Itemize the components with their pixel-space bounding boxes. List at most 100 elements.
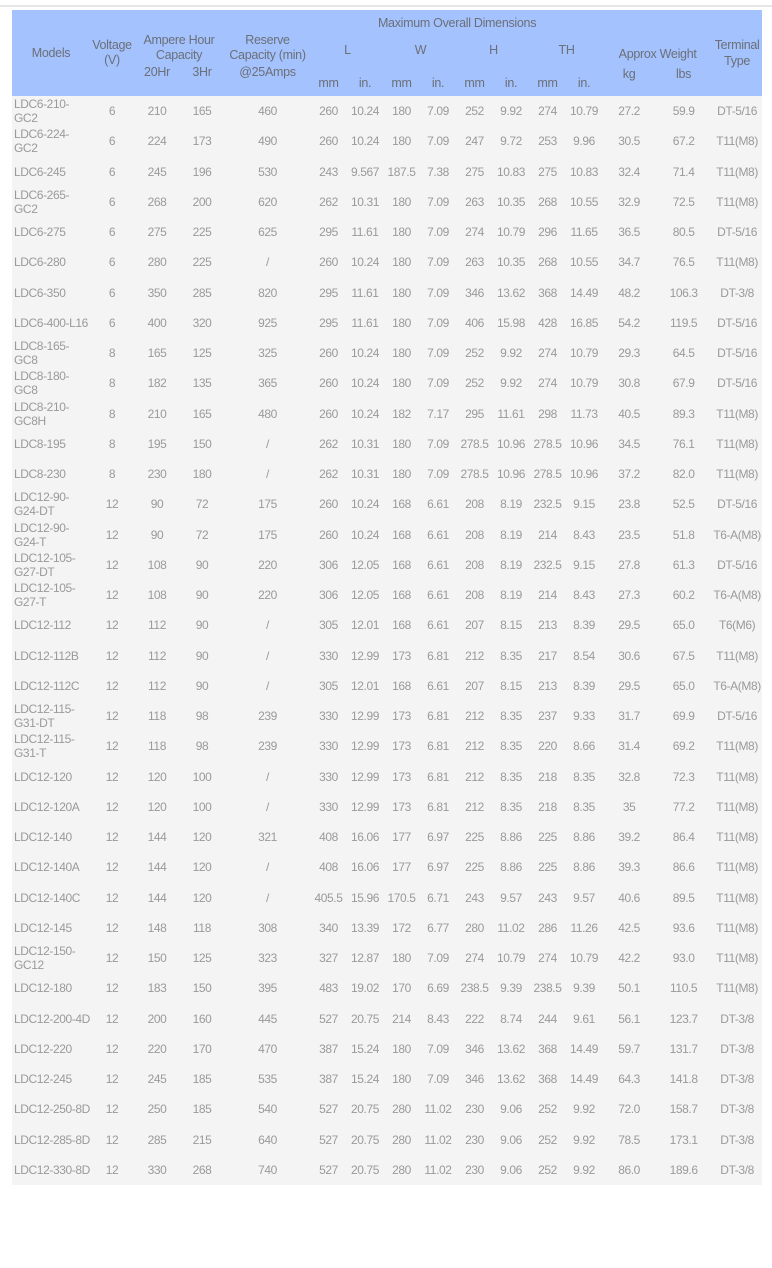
table-row: LDC12-120 12 120 100/330 12.99 173 6.81 212 8.35… [12,761,763,792]
cell-weight-kg: 30.5 [603,126,656,157]
cell-reserve-capacity: 740 [224,1154,311,1185]
cell-h-in: 10.79 [492,217,530,248]
cell-model: LDC12-140C [12,882,90,913]
cell-weight-kg: 40.5 [603,398,656,429]
cell-w-mm: 170 [384,973,419,1004]
cell-th-in: 10.79 [565,943,604,974]
cell-model: LDC12-115-G31-DT [12,701,90,732]
cell-h-mm: 346 [457,1033,492,1064]
cell-model: LDC12-200-4D [12,1003,90,1034]
table-row: LDC12-112 12 112 90/305 12.01 168 6.61 207 8.15 2… [12,610,763,641]
cell-th-in: 8.39 [565,610,604,641]
cell-h-mm: 274 [457,943,492,974]
cell-ah-20hr: 144 [134,822,180,853]
cell-weight-lbs: 82.0 [655,459,713,490]
cell-w-in: 11.02 [419,1124,457,1155]
cell-l-mm: 330 [311,791,346,822]
cell-w-mm: 187.5 [384,156,419,187]
table-row: LDC12-330-8D 12 330 268 740 527 20.75 280 11.02 2… [12,1154,763,1185]
cell-voltage: 12 [90,1154,134,1185]
cell-terminal-type: T11(M8) [712,973,763,1004]
cell-w-mm: 168 [384,610,419,641]
cell-w-in: 6.69 [419,973,457,1004]
cell-ah-3hr: 98 [180,701,224,732]
cell-ah-3hr: 90 [180,610,224,641]
cell-l-mm: 260 [311,126,346,157]
cell-reserve-capacity: 540 [224,1094,311,1125]
cell-weight-kg: 35 [603,791,656,822]
table-row: LDC12-140C 12 144 120/405.5 15.96 170.5 6.71 24… [12,882,763,913]
cell-terminal-type: T11(M8) [712,852,763,883]
cell-th-mm: 217 [530,640,565,671]
cell-ah-3hr: 320 [180,307,224,338]
cell-h-in: 10.35 [492,186,530,217]
cell-h-mm: 238.5 [457,973,492,1004]
cell-terminal-type: DT-3/8 [712,1124,763,1155]
cell-h-in: 9.92 [492,96,530,127]
cell-w-in: 7.09 [419,368,457,399]
cell-th-mm: 268 [530,186,565,217]
cell-weight-lbs: 86.4 [655,822,713,853]
cell-w-mm: 180 [384,368,419,399]
cell-h-mm: 207 [457,610,492,641]
cell-terminal-type: T11(M8) [712,791,763,822]
cell-voltage: 12 [90,1124,134,1155]
battery-spec-table: Models Voltage (V) Ampere Hour Capacity … [12,10,763,1185]
table-row: LDC6-265-GC2 6 268 200 620 262 10.31 180 7.09 263… [12,186,763,217]
cell-reserve-capacity: 925 [224,307,311,338]
cell-th-mm: 213 [530,610,565,641]
cell-w-in: 6.61 [419,580,457,611]
cell-l-mm: 408 [311,822,346,853]
cell-w-in: 6.61 [419,610,457,641]
cell-weight-lbs: 65.0 [655,670,713,701]
cell-th-in: 11.73 [565,398,604,429]
cell-weight-kg: 34.7 [603,247,656,278]
cell-reserve-capacity: / [224,882,311,913]
table-row: LDC6-210-GC2 6 210 165 460 260 10.24 180 7.09 252… [12,96,763,127]
cell-l-in: 10.24 [346,247,384,278]
cell-reserve-capacity: / [224,247,311,278]
cell-ah-3hr: 150 [180,428,224,459]
cell-voltage: 8 [90,428,134,459]
cell-model: LDC12-250-8D [12,1094,90,1125]
cell-reserve-capacity: / [224,428,311,459]
cell-l-mm: 408 [311,852,346,883]
cell-th-in: 11.26 [565,912,604,943]
cell-th-mm: 274 [530,368,565,399]
cell-l-mm: 260 [311,519,346,550]
cell-h-mm: 278.5 [457,428,492,459]
cell-l-in: 10.24 [346,126,384,157]
cell-voltage: 6 [90,156,134,187]
cell-weight-lbs: 69.9 [655,701,713,732]
cell-th-in: 14.49 [565,277,604,308]
cell-w-mm: 168 [384,549,419,580]
cell-reserve-capacity: 640 [224,1124,311,1155]
cell-w-in: 7.09 [419,428,457,459]
cell-reserve-capacity: 620 [224,186,311,217]
cell-model: LDC12-140A [12,852,90,883]
cell-h-mm: 208 [457,580,492,611]
cell-voltage: 8 [90,459,134,490]
cell-l-in: 12.01 [346,670,384,701]
table-row: LDC12-115-G31-T 12 118 98 239 330 12.99 173 6.81… [12,731,763,762]
cell-voltage: 12 [90,640,134,671]
cell-l-mm: 262 [311,428,346,459]
cell-h-mm: 208 [457,489,492,520]
cell-weight-kg: 32.9 [603,186,656,217]
cell-w-mm: 173 [384,701,419,732]
cell-l-in: 15.96 [346,882,384,913]
cell-h-mm: 346 [457,1064,492,1095]
cell-terminal-type: DT-5/16 [712,489,763,520]
cell-ah-3hr: 100 [180,761,224,792]
table-row: LDC12-120A 12 120 100/330 12.99 173 6.81 212 8.3… [12,791,763,822]
cell-ah-3hr: 170 [180,1033,224,1064]
header-dim-L: L [311,36,384,63]
cell-l-mm: 260 [311,398,346,429]
cell-w-mm: 180 [384,459,419,490]
cell-voltage: 12 [90,943,134,974]
table-header: Models Voltage (V) Ampere Hour Capacity … [12,10,763,96]
cell-h-in: 8.19 [492,580,530,611]
cell-voltage: 12 [90,519,134,550]
cell-ah-20hr: 118 [134,731,180,762]
cell-w-in: 7.09 [419,126,457,157]
